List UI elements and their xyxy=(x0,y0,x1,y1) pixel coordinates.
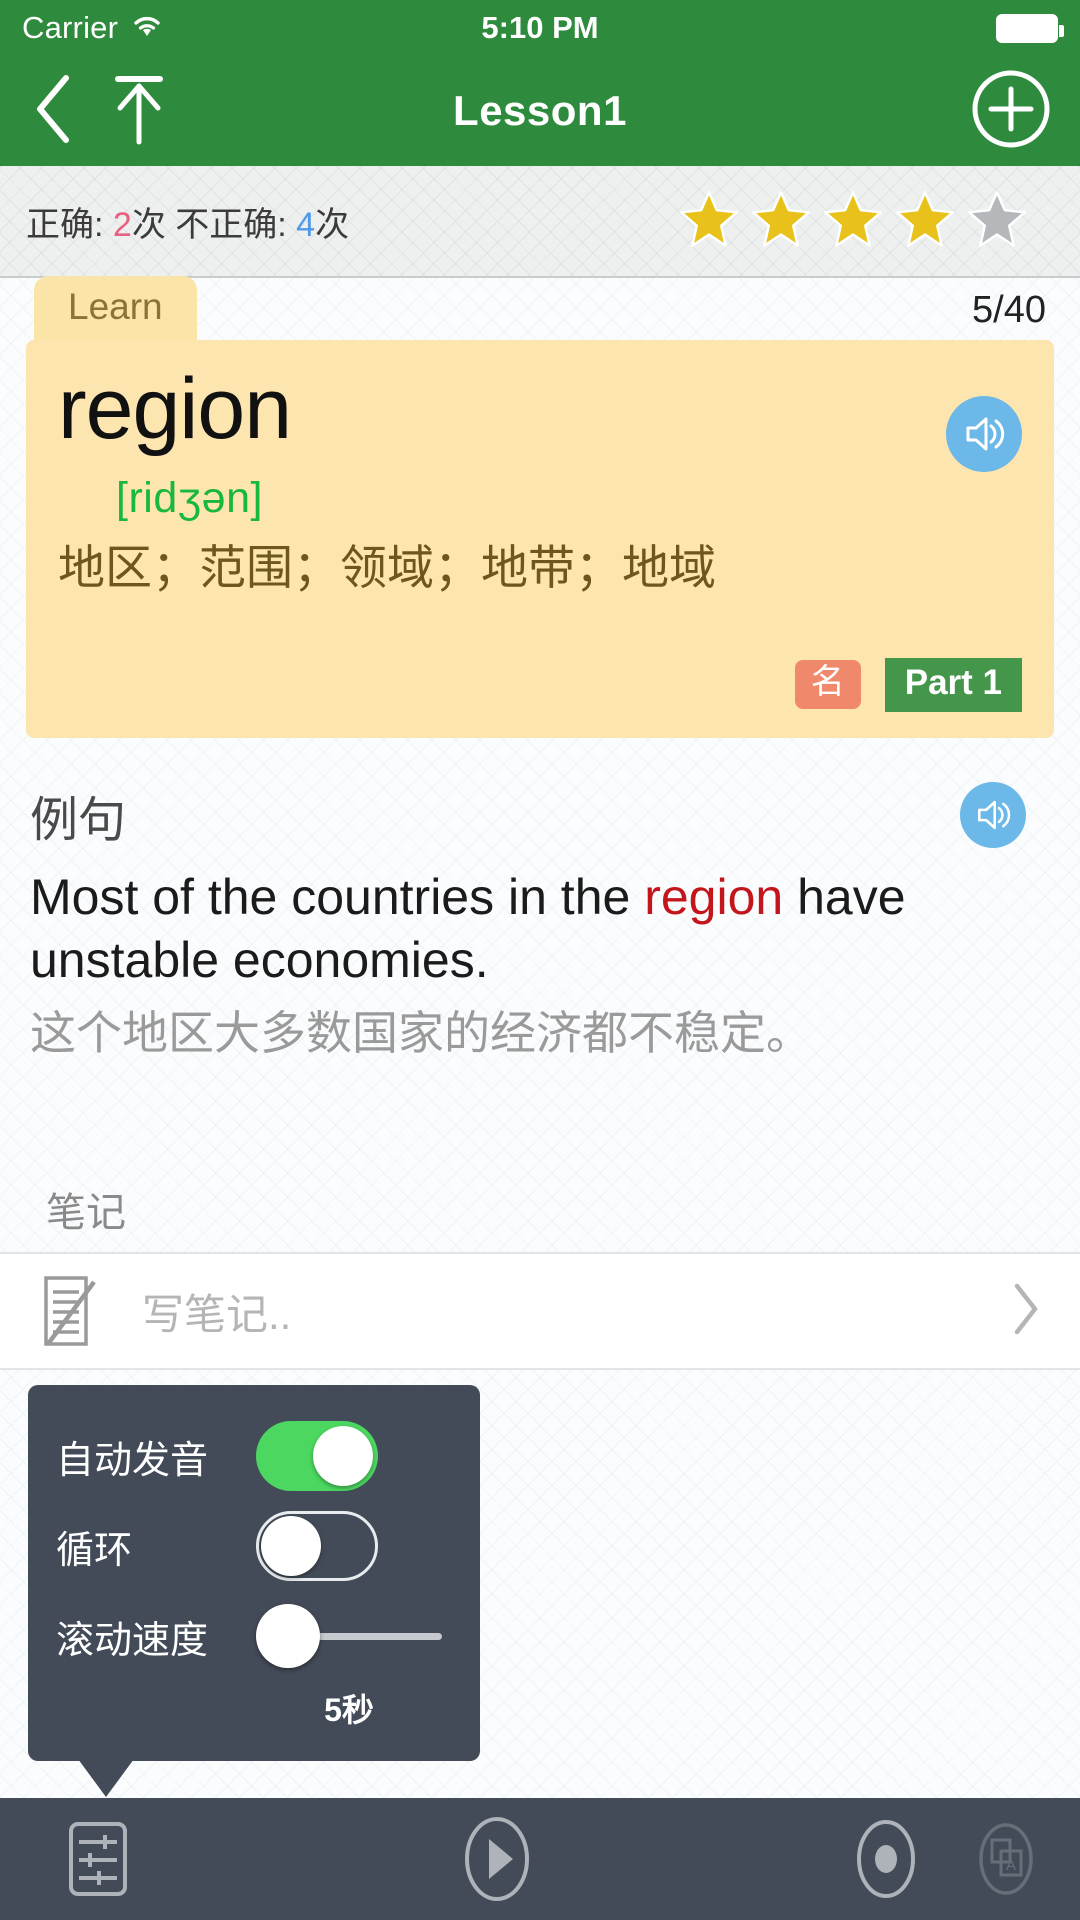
word-definition: 地区；范围；领域；地带；地域 xyxy=(58,541,716,594)
toggle-knob xyxy=(261,1516,321,1576)
status-bar-left: Carrier xyxy=(22,10,164,46)
incorrect-label: 不正确: xyxy=(165,205,297,244)
setting-row-autoplay: 自动发音 xyxy=(28,1411,480,1501)
star-rating[interactable] xyxy=(678,189,1054,254)
status-bar-right xyxy=(996,13,1064,43)
correct-count: 2 xyxy=(112,205,132,244)
star-empty-icon[interactable] xyxy=(966,189,1028,254)
word-title: region xyxy=(58,361,292,457)
correct-label: 正确: xyxy=(26,205,113,244)
setting-row-loop: 循环 xyxy=(28,1501,480,1591)
record-icon xyxy=(857,1820,915,1898)
wifi-icon xyxy=(130,13,164,44)
note-input-placeholder[interactable]: 写笔记.. xyxy=(142,1281,291,1342)
example-sentence-highlight: region xyxy=(644,869,784,925)
card-header: Learn 5/40 xyxy=(0,276,1080,340)
setting-label-scroll-speed: 滚动速度 xyxy=(56,1619,209,1662)
star-filled-icon[interactable] xyxy=(678,189,740,254)
correct-unit: 次 xyxy=(131,205,166,244)
example-section: 例句 Most of the countries in the region h… xyxy=(0,738,1080,1064)
notes-label: 笔记 xyxy=(46,1191,126,1235)
badge-part: Part 1 xyxy=(884,657,1022,712)
carrier-label: Carrier xyxy=(22,10,119,45)
example-translation: 这个地区大多数国家的经济都不稳定。 xyxy=(30,1007,812,1059)
nav-bar: Lesson1 xyxy=(0,56,1080,166)
incorrect-count: 4 xyxy=(296,205,316,244)
toolbar-translate-button[interactable]: A xyxy=(946,1798,1066,1920)
setting-row-scroll-speed: 滚动速度 xyxy=(28,1591,480,1681)
word-phonetic: [ridʒən] xyxy=(116,474,263,522)
stats-bar: 正确: 2次 不正确: 4次 xyxy=(0,166,1080,278)
notes-row[interactable]: 写笔记.. xyxy=(0,1252,1080,1370)
toggle-knob xyxy=(313,1426,373,1486)
scroll-speed-value: 5秒 xyxy=(324,1692,374,1728)
word-badges: 名 Part 1 xyxy=(794,657,1022,712)
star-filled-icon[interactable] xyxy=(894,189,956,254)
translate-card-icon: A xyxy=(979,1823,1033,1895)
example-sentence: Most of the countries in the region have… xyxy=(30,866,1050,992)
arrow-up-to-bar-icon[interactable] xyxy=(106,70,172,153)
settings-popover: 自动发音 循环 滚动速度 5秒 xyxy=(28,1385,480,1797)
incorrect-unit: 次 xyxy=(315,205,350,244)
speaker-icon xyxy=(977,800,1011,830)
add-button[interactable] xyxy=(970,68,1052,155)
sliders-icon xyxy=(69,1822,127,1896)
slider-scroll-speed[interactable] xyxy=(256,1601,452,1671)
battery-full-icon xyxy=(996,13,1064,43)
accuracy-stats: 正确: 2次 不正确: 4次 xyxy=(26,197,349,246)
bottom-toolbar: A xyxy=(0,1798,1080,1920)
speaker-icon xyxy=(966,417,1005,451)
setting-label-autoplay: 自动发音 xyxy=(56,1439,209,1482)
example-speaker-button[interactable] xyxy=(960,782,1026,848)
nav-bar-left xyxy=(28,70,172,153)
badge-part-of-speech: 名 xyxy=(794,660,861,710)
toolbar-play-button[interactable] xyxy=(168,1798,826,1920)
slider-knob[interactable] xyxy=(256,1604,320,1668)
example-label: 例句 xyxy=(30,794,127,847)
chevron-right-icon xyxy=(1008,1280,1044,1343)
toolbar-settings-button[interactable] xyxy=(28,1798,168,1920)
status-bar: Carrier 5:10 PM xyxy=(0,0,1080,56)
word-speaker-button[interactable] xyxy=(946,396,1022,472)
app-root: Carrier 5:10 PM Lesson1 正确: 2次 不正确: 4次 L… xyxy=(0,0,1080,1920)
toggle-loop[interactable] xyxy=(256,1511,378,1581)
setting-label-loop: 循环 xyxy=(56,1529,133,1572)
note-pencil-icon xyxy=(36,1272,102,1350)
star-filled-icon[interactable] xyxy=(750,189,812,254)
star-filled-icon[interactable] xyxy=(822,189,884,254)
example-header: 例句 xyxy=(30,772,1050,858)
example-sentence-before: Most of the countries in the xyxy=(30,869,645,925)
card-counter: 5/40 xyxy=(972,289,1046,331)
tab-learn[interactable]: Learn xyxy=(34,276,197,340)
main-content: Learn 5/40 region [ridʒən] 地区；范围；领域；地带；地… xyxy=(0,276,1080,1064)
toolbar-record-button[interactable] xyxy=(826,1798,946,1920)
play-icon xyxy=(465,1817,529,1901)
back-button[interactable] xyxy=(28,70,80,153)
toggle-autoplay[interactable] xyxy=(256,1421,378,1491)
svg-text:A: A xyxy=(1006,1857,1016,1874)
word-card: region [ridʒən] 地区；范围；领域；地带；地域 名 Part 1 xyxy=(26,340,1054,738)
